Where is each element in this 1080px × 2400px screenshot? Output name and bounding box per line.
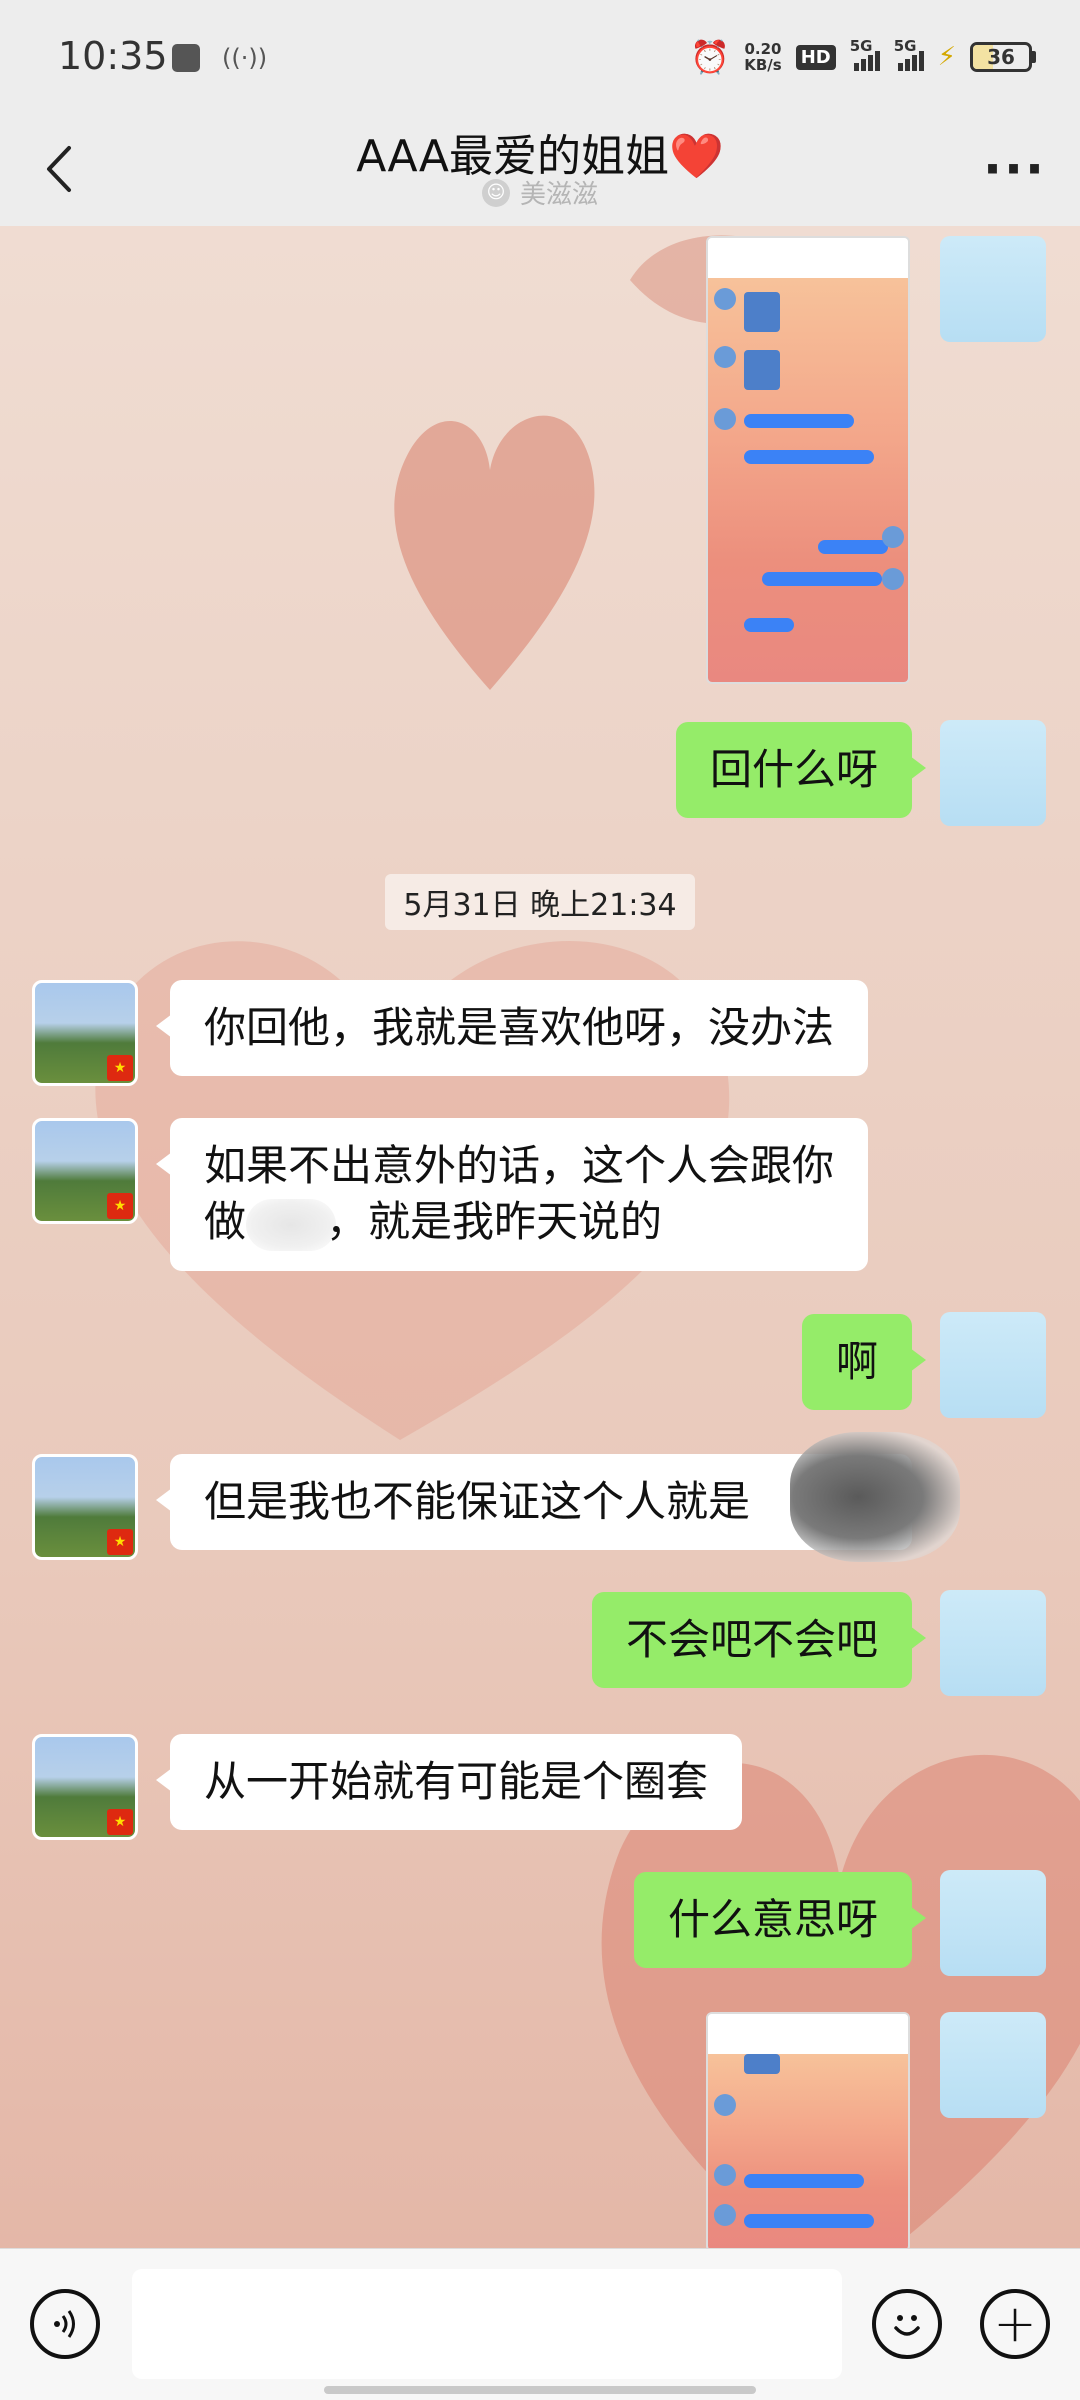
message-input-bar: + [0, 2248, 1080, 2400]
more-options-button[interactable]: ··· [983, 140, 1046, 198]
status-time: 10:35 [58, 34, 168, 78]
my-avatar[interactable] [940, 720, 1046, 826]
contact-message-bubble[interactable]: 如果不出意外的话，这个人会跟你 做，就是我昨天说的 [155, 1118, 869, 1271]
voice-input-button[interactable] [30, 2289, 100, 2359]
china-flag-icon: ★ [107, 1055, 133, 1081]
my-message-bubble[interactable]: 啊 [801, 1314, 927, 1410]
redacted-blur [246, 1198, 337, 1251]
message-timestamp: 5月31日 晚上21:34 [0, 874, 1080, 930]
chat-message-list[interactable]: 回什么呀 5月31日 晚上21:34 ★ 你回他，我就是喜欢他呀，没办法 ★ 如… [0, 226, 1080, 2252]
my-message-bubble[interactable]: 什么意思呀 [633, 1872, 927, 1968]
chat-screen: 10:35 ((·)) ⏰ 0.20 KB/s HD 5G 5G ⚡ 36 AA… [0, 0, 1080, 2400]
signal-icon: 5G [894, 37, 924, 71]
contact-avatar[interactable]: ★ [32, 1118, 138, 1224]
emoji-icon [894, 2315, 920, 2336]
my-avatar[interactable] [940, 2012, 1046, 2118]
my-avatar[interactable] [940, 1870, 1046, 1976]
image-message[interactable] [706, 236, 910, 684]
voice-icon [54, 2310, 75, 2338]
notification-app-icon [172, 44, 200, 72]
home-indicator[interactable] [324, 2386, 756, 2394]
chat-subtitle: ☺ 美滋滋 [0, 174, 1080, 211]
contact-avatar[interactable]: ★ [32, 1734, 138, 1840]
contact-avatar[interactable]: ★ [32, 1454, 138, 1560]
my-avatar[interactable] [940, 1590, 1046, 1696]
image-message[interactable] [706, 2012, 910, 2252]
network-speed: 0.20 KB/s [744, 40, 782, 74]
china-flag-icon: ★ [107, 1809, 133, 1835]
battery-icon: 36 [970, 42, 1036, 72]
status-right-icons: ⏰ 0.20 KB/s HD 5G 5G ⚡ 36 [690, 37, 1036, 76]
contact-message-bubble[interactable]: 从一开始就有可能是个圈套 [155, 1734, 743, 1830]
my-avatar[interactable] [940, 236, 1046, 342]
china-flag-icon: ★ [107, 1529, 133, 1555]
signal-icon: 5G [850, 37, 880, 71]
contact-avatar[interactable]: ★ [32, 980, 138, 1086]
more-actions-button[interactable]: + [980, 2289, 1050, 2359]
status-emoji-icon: ☺ [481, 178, 510, 207]
hd-badge: HD [795, 44, 836, 70]
contact-message-bubble[interactable]: 你回他，我就是喜欢他呀，没办法 [155, 980, 869, 1076]
my-message-bubble[interactable]: 不会吧不会吧 [591, 1592, 927, 1688]
my-avatar[interactable] [940, 1312, 1046, 1418]
redacted-scribble [790, 1432, 960, 1562]
my-message-bubble[interactable]: 回什么呀 [675, 722, 927, 818]
charging-icon: ⚡ [937, 42, 956, 72]
status-bar: 10:35 ((·)) ⏰ 0.20 KB/s HD 5G 5G ⚡ 36 [0, 0, 1080, 116]
more-dots-icon: ··· [983, 140, 1046, 198]
message-text-input[interactable] [132, 2269, 842, 2379]
emoji-button[interactable] [872, 2289, 942, 2359]
plus-icon: + [993, 2294, 1037, 2354]
hotspot-icon: ((·)) [222, 44, 268, 72]
chat-header: AAA最爱的姐姐❤️ ☺ 美滋滋 ··· [0, 116, 1080, 226]
china-flag-icon: ★ [107, 1193, 133, 1219]
alarm-icon: ⏰ [690, 38, 731, 76]
